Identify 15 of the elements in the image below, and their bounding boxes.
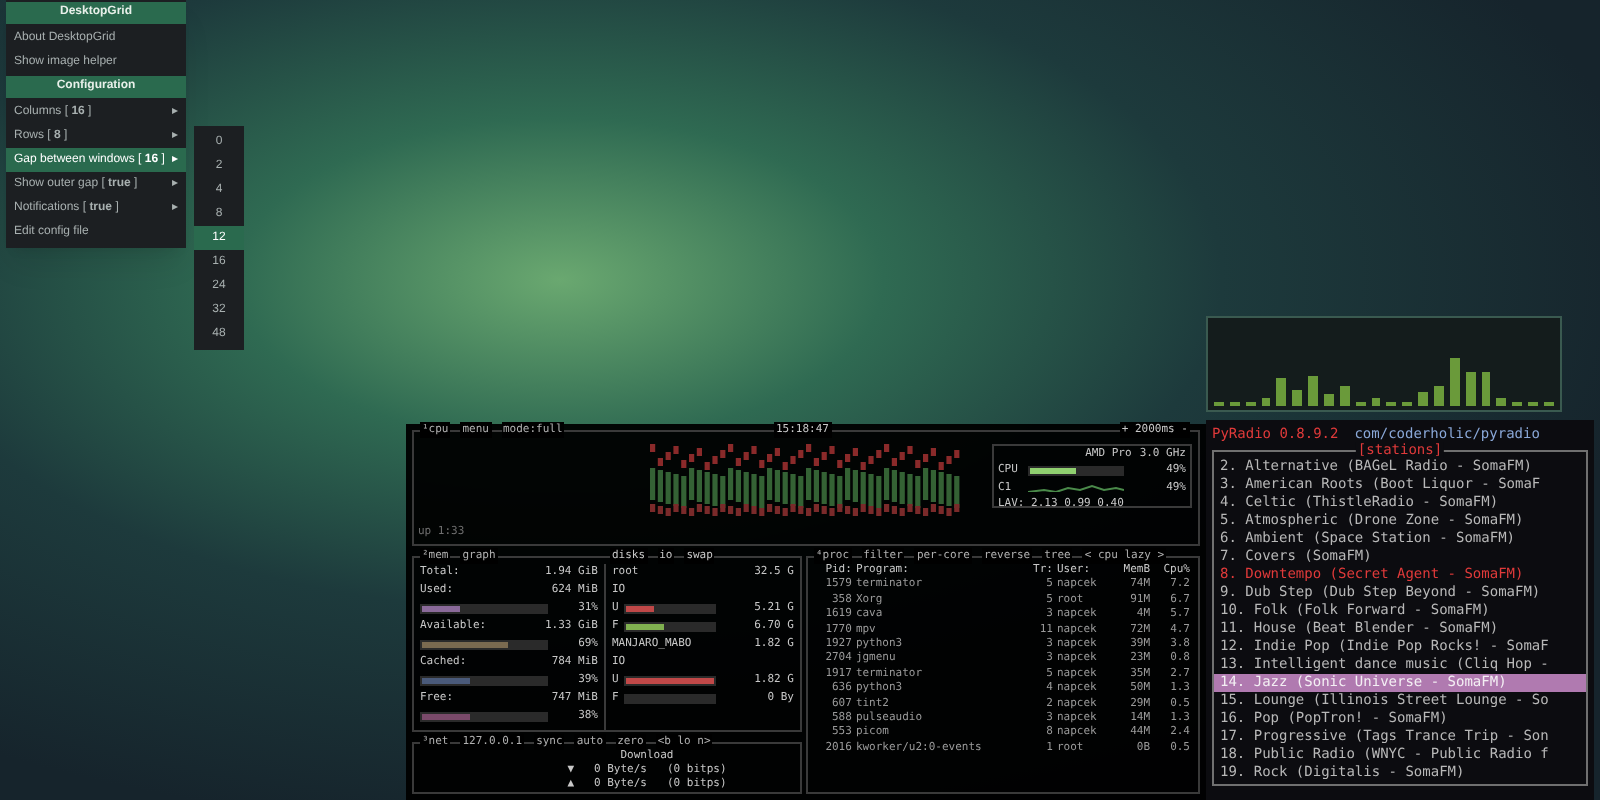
visualizer-bar bbox=[1481, 372, 1491, 406]
visualizer-bar bbox=[1496, 398, 1507, 406]
visualizer-bar bbox=[1308, 376, 1319, 406]
cpu-sparkline-drawing bbox=[1028, 483, 1124, 492]
visualizer-bar bbox=[1276, 378, 1287, 406]
visualizer-bar bbox=[1324, 394, 1334, 406]
visualizer-bar bbox=[1465, 372, 1476, 406]
visualizer-bar bbox=[1418, 392, 1429, 406]
meter-track bbox=[624, 694, 717, 704]
visualizer-bar bbox=[1292, 390, 1303, 406]
visualizer-bar bbox=[1339, 386, 1350, 406]
visualizer-bar bbox=[1371, 398, 1381, 406]
visualizer-bar bbox=[1449, 358, 1460, 406]
visualizer-bar bbox=[1261, 398, 1271, 406]
visualizer-bar bbox=[1434, 386, 1444, 406]
